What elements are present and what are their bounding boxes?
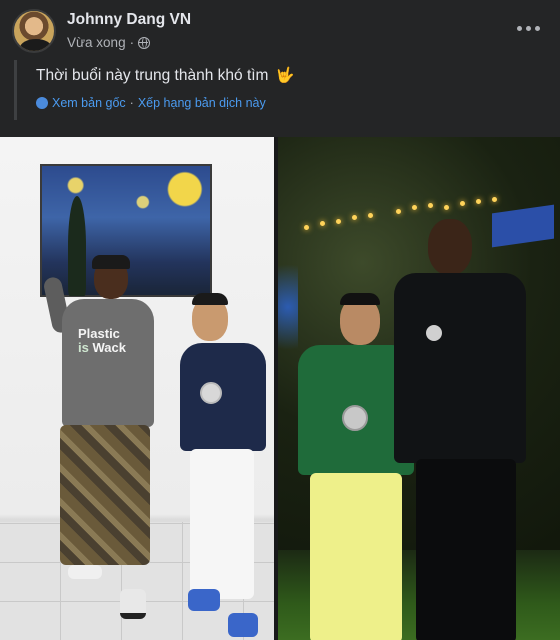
translation-bar: Xem bản gốc · Xếp hạng bản dịch này xyxy=(36,96,266,110)
post-text-body: Thời buổi này trung thành khó tìm xyxy=(36,67,269,84)
globe-icon[interactable] xyxy=(138,36,151,49)
post-text: Thời buổi này trung thành khó tìm 🤟 xyxy=(36,66,294,85)
more-options-button[interactable] xyxy=(510,16,546,40)
see-original-link[interactable]: Xem bản gốc xyxy=(52,96,126,110)
photo-right[interactable] xyxy=(278,137,560,640)
avatar[interactable] xyxy=(12,9,56,53)
post-header: Johnny Dang VN Vừa xong · xyxy=(0,0,560,56)
photo-left[interactable]: Plastic is Wack xyxy=(0,137,274,640)
love-you-hand-icon: 🤟 xyxy=(275,67,295,84)
blue-light xyxy=(278,247,298,367)
post-timestamp[interactable]: Vừa xong xyxy=(67,35,126,50)
rate-translation-link[interactable]: Xếp hạng bản dịch này xyxy=(138,96,266,110)
post-meta: Vừa xong · xyxy=(67,35,151,50)
more-dot-icon xyxy=(525,25,531,31)
meta-separator: · xyxy=(129,35,135,50)
more-dot-icon xyxy=(516,25,522,31)
facebook-post: Johnny Dang VN Vừa xong · Thời buổi này … xyxy=(0,0,560,640)
photo-grid: Plastic is Wack xyxy=(0,137,560,640)
gear-icon xyxy=(36,97,48,109)
post-content: Thời buổi này trung thành khó tìm 🤟 Xem … xyxy=(14,60,546,120)
translation-separator: · xyxy=(129,96,134,110)
author-name[interactable]: Johnny Dang VN xyxy=(67,11,191,29)
more-dot-icon xyxy=(534,25,540,31)
